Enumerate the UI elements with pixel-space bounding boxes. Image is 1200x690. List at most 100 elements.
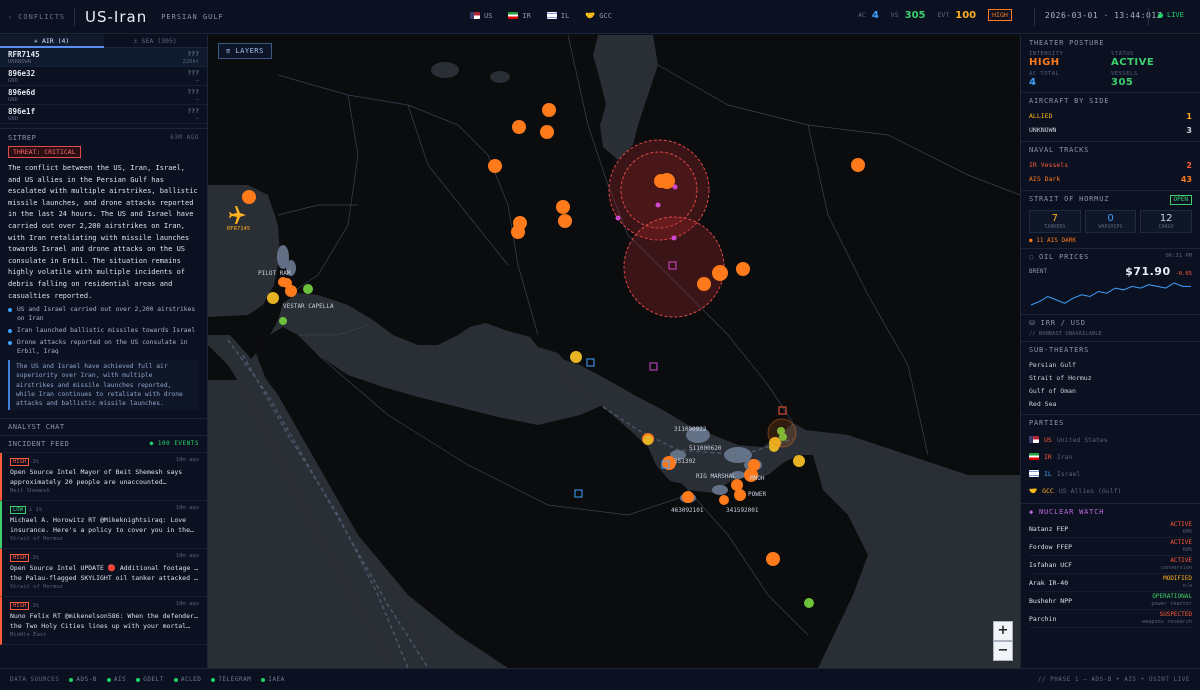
tab-air[interactable]: ✈ AIR (4) (0, 35, 104, 48)
analyst-chat-toggle[interactable]: ANALYST CHAT (0, 423, 207, 431)
track-tabs: ✈ AIR (4) ⚓ SEA (305) (0, 35, 207, 48)
back-to-conflicts[interactable]: ‹ CONFLICTS (0, 13, 66, 21)
feed-item[interactable]: HIGH 1% 10m ago Open Source Intel UPDATE … (0, 549, 207, 598)
data-sources-label: DATA SOURCES (10, 676, 60, 683)
party-row: IR Iran (1029, 448, 1192, 465)
source-ais: AIS (106, 676, 126, 683)
event-count-badge: ● 100 EVENTS (149, 440, 199, 448)
oil-sparkline (1030, 282, 1191, 306)
map-view[interactable]: RFR7145 PILOT RAM VESTAR CAPELLA 3110009… (208, 35, 1020, 668)
sitrep-summary: The conflict between the US, Iran, Israe… (8, 164, 198, 300)
feed-item[interactable]: HIGH 1% 10m ago Nuno Felix RT @mikenelson… (0, 597, 207, 646)
subtheater-item[interactable]: Strait of Hormuz (1029, 371, 1192, 384)
status-value: ACTIVE (1111, 57, 1155, 68)
nuclear-site-row[interactable]: Parchin SUSPECTED weapons research (1029, 610, 1192, 628)
source-gdelt: GDELT (136, 676, 164, 683)
list-item: US and Israel carried out over 2,200 air… (8, 305, 199, 323)
naval-row: IR Vessels 2 (1029, 160, 1192, 170)
vessel-label: 351302 (674, 458, 696, 465)
vessel-label: 341592001 (726, 507, 759, 514)
oil-change: -0.65 (1175, 271, 1192, 277)
incident-feed-header: INCIDENT FEED ● 100 EVENTS (8, 440, 199, 449)
severity-badge: HIGH (10, 458, 30, 467)
list-item: Drone attacks reported on the US consula… (8, 338, 199, 356)
hormuz-stats: 7 TANKERS 0 WARSHIPS 12 CARGO (1029, 210, 1193, 233)
vessel-label: POWER (748, 491, 767, 498)
lake (431, 62, 459, 78)
chevron-left-icon: ‹ (8, 12, 14, 21)
intensity-value: HIGH (1029, 57, 1060, 68)
feed-item[interactable]: HIGH 1% 10m ago Open Source Intel Mayor o… (0, 453, 207, 502)
utc-clock: 2026-03-01 · 13:44:01Z (1045, 11, 1162, 20)
nuclear-site-row[interactable]: Isfahan UCF ACTIVE conversion (1029, 556, 1192, 574)
strait-of-hormuz: STRAIT OF HORMUZ OPEN 7 TANKERS 0 WARSHIPS… (1021, 191, 1200, 249)
aircraft-count: 4 (871, 9, 879, 21)
phase-note: // PHASE 1 — ADS-B + AIS + OSINT LIVE (1037, 676, 1190, 683)
top-counters: AC 4 VS 305 EVT 100 HIGH (858, 9, 1012, 21)
left-panel: ✈ AIR (4) ⚓ SEA (305) RFR7145 UNKNOWN ??… (0, 35, 208, 668)
naval-tracks: NAVAL TRACKS IR Vessels 2 AIS Dark 43 (1021, 142, 1200, 191)
status-bar: DATA SOURCES ADS-B AIS GDELT ACLED TELEG… (0, 668, 1200, 690)
sitrep-assessment: The US and Israel have achieved full air… (8, 360, 199, 411)
sitrep-header: SITREP 63M AGO (8, 134, 199, 142)
map-canvas[interactable] (208, 35, 1020, 668)
cargo-stat: 12 CARGO (1140, 210, 1193, 233)
party-legend: US IR IL 🤝 GCC (470, 11, 612, 20)
feed-item[interactable]: LOW ⚓ 1% 10m ago Michael A. Horowitz RT @… (0, 501, 207, 550)
live-dot-icon (1158, 12, 1163, 18)
vessel-count: 305 (904, 9, 926, 21)
iran-flag-icon (1029, 453, 1039, 460)
live-indicator: LIVE (1158, 11, 1184, 19)
track-row[interactable]: 896e1f GND ??? — (0, 105, 207, 124)
parties: PARTIES US United States IR Iran IL Isra… (1021, 415, 1200, 504)
party-row: US United States (1029, 431, 1192, 448)
subtheater-item[interactable]: Persian Gulf (1029, 358, 1192, 371)
divider (1034, 8, 1035, 26)
nuclear-site-row[interactable]: Arak IR-40 MODIFIED n/a (1029, 574, 1192, 592)
party-row: IL Israel (1029, 465, 1192, 482)
sparkline-path (1030, 282, 1191, 306)
source-telegram: TELEGRAM (211, 676, 251, 683)
aircraft-label: RFR7145 (227, 226, 251, 232)
threat-badge: THREAT: CRITICAL (8, 146, 81, 158)
vessel-label: MMOH (750, 475, 765, 482)
subtheater-item[interactable]: Red Sea (1029, 397, 1192, 410)
oil-price: $71.90 (1125, 265, 1171, 278)
oil-icon: ◌ (1029, 253, 1040, 261)
hormuz-status-badge: OPEN (1169, 195, 1192, 205)
naval-row: AIS Dark 43 (1029, 174, 1192, 184)
divider (74, 7, 75, 26)
party-gcc: 🤝 GCC (585, 11, 612, 20)
us-flag-icon (1029, 436, 1039, 443)
hormuz-ring (767, 418, 797, 448)
port-label: PILOT RAM (258, 270, 291, 277)
zoom-in-button[interactable]: + (993, 621, 1013, 641)
source-iaea: IAEA (261, 676, 284, 683)
severity-badge: HIGH (10, 602, 30, 611)
side-row: ALLIED 1 (1029, 111, 1192, 121)
subtheater-item[interactable]: Gulf of Oman (1029, 384, 1192, 397)
iran-flag-icon (508, 12, 519, 19)
vessel-label: 511000620 (689, 445, 722, 452)
nuclear-site-row[interactable]: Fordow FFEP ACTIVE 60% (1029, 538, 1192, 556)
source-adsb: ADS-B (69, 676, 97, 683)
tab-sea[interactable]: ⚓ SEA (305) (103, 35, 207, 48)
page-subtitle: PERSIAN GULF (161, 12, 224, 21)
theater-posture: THEATER POSTURE INTENSITY HIGH AC TOTAL … (1021, 35, 1200, 93)
track-row[interactable]: 896e32 GND ??? — (0, 67, 207, 86)
party-us: US (470, 11, 492, 20)
handshake-icon: 🤝 (1029, 486, 1038, 495)
page-title: US-Iran (85, 7, 148, 26)
nuclear-site-row[interactable]: Natanz FEP ACTIVE 60% (1029, 520, 1192, 538)
divider (0, 128, 207, 129)
sub-theaters: SUB-THEATERS Persian Gulf Strait of Horm… (1021, 342, 1200, 415)
track-row[interactable]: 896e6d GND ??? — (0, 86, 207, 105)
port-label: VESTAR CAPELLA (283, 303, 334, 310)
track-row[interactable]: RFR7145 UNKNOWN ??? 220kt (0, 48, 207, 67)
nuclear-site-row[interactable]: Bushehr NPP OPERATIONAL power reactor (1029, 592, 1192, 610)
vessels-value: 305 (1111, 77, 1134, 88)
layers-button[interactable]: ≡ LAYERS (218, 43, 272, 59)
severity-badge: HIGH (10, 554, 30, 563)
zoom-out-button[interactable]: − (993, 641, 1013, 661)
event-count: 100 (955, 9, 977, 21)
